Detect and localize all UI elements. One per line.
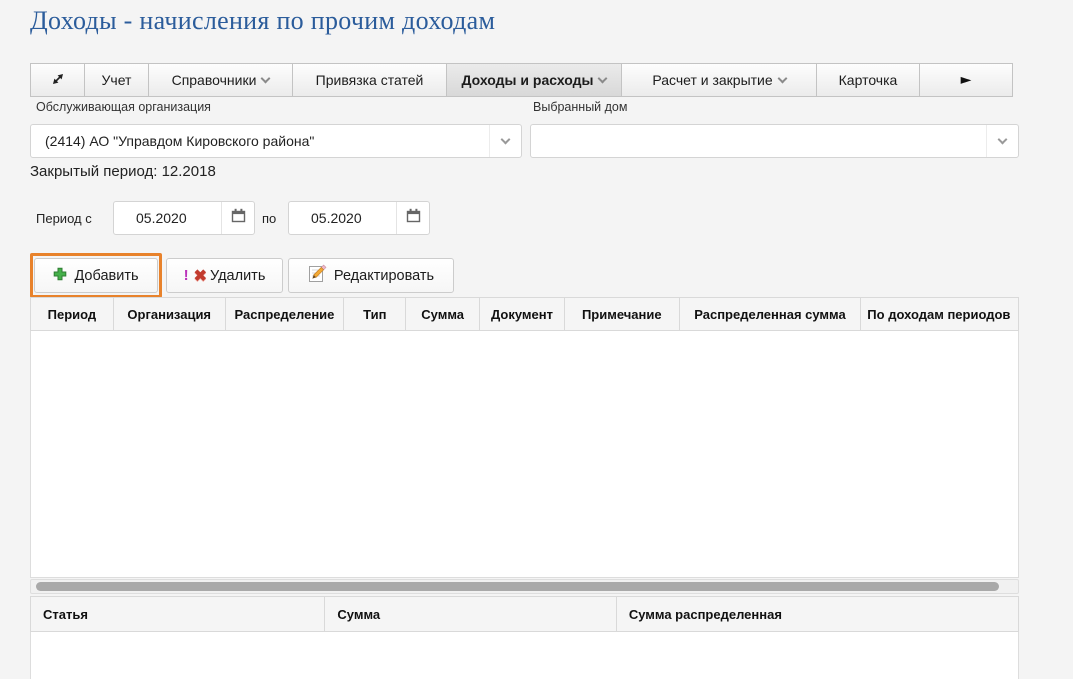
nav-tab-spravochniki[interactable]: Справочники [148,63,293,97]
detail-table-header: Статья Сумма Сумма распределенная [30,596,1019,632]
nav-tab-label: Привязка статей [316,72,424,88]
exclamation-mark: ! [184,267,189,284]
nav-tab-dohody-i-rashody[interactable]: Доходы и расходы [446,63,622,97]
org-select-caret[interactable] [489,125,521,157]
nav-tab-kartochka[interactable]: Карточка [816,63,920,97]
column-header-sum-distributed[interactable]: Сумма распределенная [617,597,1018,631]
column-header-organization[interactable]: Организация [114,298,226,330]
chevron-down-icon [598,73,608,83]
column-header-by-period-income[interactable]: По доходам периодов [861,298,1018,330]
add-button[interactable]: Добавить [34,258,158,293]
period-to-input[interactable] [289,202,396,234]
nav-tab-privyazka-statey[interactable]: Привязка статей [292,63,447,97]
play-icon: ► [961,72,972,88]
horizontal-scrollbar-thumb[interactable] [36,582,999,591]
expand-icon [50,71,66,90]
column-header-sum[interactable]: Сумма [406,298,480,330]
chevron-down-icon [998,134,1008,144]
main-table-body-empty[interactable] [30,331,1019,578]
click-highlight-annotation: Добавить [30,253,162,298]
nav-tab-label: Расчет и закрытие [652,72,772,88]
main-navbar: Учет Справочники Привязка статей Доходы … [30,63,1013,97]
nav-tab-raschet-i-zakrytie[interactable]: Расчет и закрытие [621,63,817,97]
column-header-distribution[interactable]: Распределение [226,298,345,330]
nav-tab-expand[interactable] [30,63,85,97]
horizontal-scrollbar-track[interactable] [30,579,1019,594]
nav-tab-label: Доходы и расходы [462,72,594,88]
column-header-note[interactable]: Примечание [565,298,680,330]
add-button-label: Добавить [74,268,138,284]
period-to-datebox [288,201,430,235]
main-table-header: Период Организация Распределение Тип Сум… [30,297,1019,331]
edit-pencil-icon [308,264,327,287]
page-title: Доходы - начисления по прочим доходам [30,6,495,36]
period-from-calendar-button[interactable] [221,202,254,234]
nav-tab-label: Справочники [172,72,257,88]
nav-tab-label: Учет [102,72,132,88]
chevron-down-icon [261,73,271,83]
nav-tab-label: Карточка [839,72,898,88]
org-select-label: Обслуживающая организация [36,100,211,114]
period-from-input[interactable] [114,202,221,234]
delete-button-label: Удалить [210,268,265,284]
closed-period-text: Закрытый период: 12.2018 [30,163,216,180]
period-from-label: Период с [36,211,92,226]
period-from-datebox [113,201,255,235]
column-header-detail-sum[interactable]: Сумма [325,597,616,631]
period-to-calendar-button[interactable] [396,202,429,234]
delete-x-icon: ✖ [194,266,207,286]
nav-tab-uchet[interactable]: Учет [84,63,149,97]
column-header-distributed-sum[interactable]: Распределенная сумма [680,298,862,330]
house-select[interactable] [530,124,1019,158]
delete-button[interactable]: ! ✖ Удалить [166,258,283,293]
chevron-down-icon [501,134,511,144]
calendar-icon [231,208,246,228]
calendar-icon [406,208,421,228]
edit-button-label: Редактировать [334,268,434,284]
plus-icon [53,267,67,285]
house-select-caret[interactable] [986,125,1018,157]
detail-table-body-empty[interactable] [30,632,1019,679]
period-to-label: по [262,211,276,226]
column-header-period[interactable]: Период [31,298,114,330]
org-select[interactable]: (2414) АО "Управдом Кировского района" [30,124,522,158]
column-header-type[interactable]: Тип [344,298,406,330]
chevron-down-icon [777,73,787,83]
column-header-document[interactable]: Документ [480,298,565,330]
nav-tab-next[interactable]: ► [919,63,1013,97]
column-header-article[interactable]: Статья [31,597,325,631]
org-select-value: (2414) АО "Управдом Кировского района" [31,133,489,149]
edit-button[interactable]: Редактировать [288,258,454,293]
house-select-label: Выбранный дом [533,100,627,114]
